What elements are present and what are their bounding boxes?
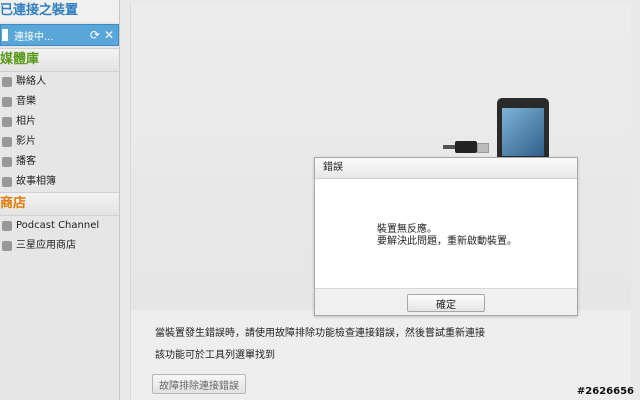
toolbar-hint: 該功能可於工具列選單找到 <box>155 350 275 361</box>
library-item-contacts[interactable]: 聯絡人 <box>0 72 119 92</box>
refresh-icon[interactable]: ⟳ <box>90 28 100 42</box>
error-dialog: 錯誤 裝置無反應。 要解決此問題，重新啟動裝置。 確定 <box>314 157 578 316</box>
troubleshoot-button[interactable]: 故障排除連接錯誤 <box>152 374 246 394</box>
library-item-podcasts[interactable]: 播客 <box>0 152 119 172</box>
podcast-icon <box>2 157 12 167</box>
dialog-message-line1: 裝置無反應。 <box>377 224 437 235</box>
close-icon[interactable]: ✕ <box>104 28 114 42</box>
dialog-message-line2: 要解決此問題，重新啟動裝置。 <box>377 236 517 247</box>
sidebar: 已連接之裝置 連接中... ⟳ ✕ 媒體庫 聯絡人 音樂 相片 影片 播客 故事… <box>0 0 120 400</box>
photos-icon <box>2 117 12 127</box>
dialog-message: 裝置無反應。 要解決此問題，重新啟動裝置。 <box>377 224 517 248</box>
troubleshoot-hint: 當裝置發生錯誤時，請使用故障排除功能檢查連接錯誤，然後嘗試重新連接 <box>155 328 485 339</box>
music-icon <box>2 97 12 107</box>
device-icon <box>2 29 8 41</box>
phone-icon <box>497 98 549 162</box>
phone-screen <box>502 108 544 156</box>
device-row[interactable]: 連接中... ⟳ ✕ <box>0 24 119 46</box>
library-item-photos[interactable]: 相片 <box>0 112 119 132</box>
watermark: #2626656 <box>576 386 634 397</box>
dialog-title: 錯誤 <box>315 158 577 179</box>
connected-devices-title: 已連接之裝置 <box>0 0 119 22</box>
usb-cable-icon <box>443 140 489 154</box>
library-item-story-album[interactable]: 故事相簿 <box>0 172 119 192</box>
store-title: 商店 <box>0 192 119 216</box>
samsung-apps-icon <box>2 241 12 251</box>
store-item-samsung-apps[interactable]: 三星应用商店 <box>0 236 119 256</box>
device-status-label: 連接中... <box>14 31 54 43</box>
library-item-videos[interactable]: 影片 <box>0 132 119 152</box>
store-item-podcast-channel[interactable]: Podcast Channel <box>0 216 119 236</box>
library-item-music[interactable]: 音樂 <box>0 92 119 112</box>
dialog-footer: 確定 <box>315 288 577 315</box>
library-list: 聯絡人 音樂 相片 影片 播客 故事相簿 <box>0 72 119 192</box>
contacts-icon <box>2 77 12 87</box>
library-title: 媒體庫 <box>0 48 119 72</box>
podcast-channel-icon <box>2 221 12 231</box>
story-album-icon <box>2 177 12 187</box>
videos-icon <box>2 137 12 147</box>
store-list: Podcast Channel 三星应用商店 <box>0 216 119 256</box>
ok-button[interactable]: 確定 <box>407 294 485 312</box>
